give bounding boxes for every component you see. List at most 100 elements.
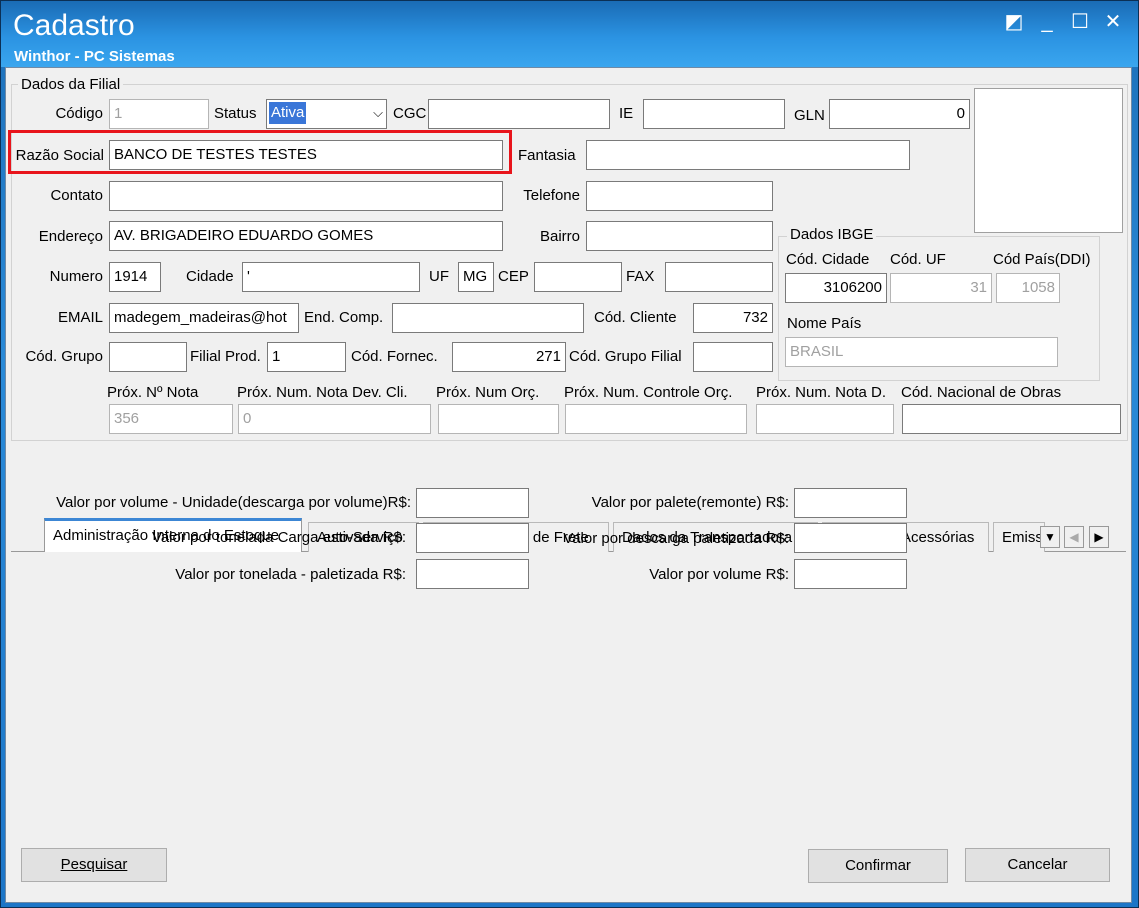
cod-uf-label: Cód. UF <box>890 251 946 268</box>
codigo-label: Código <box>55 105 103 122</box>
title-bar: Cadastro Winthor - PC Sistemas ◩ _ ☐ ✕ <box>1 1 1138 67</box>
prox-dev-cli-label: Próx. Num. Nota Dev. Cli. <box>237 384 408 401</box>
ibge-group-title: Dados IBGE <box>787 226 877 243</box>
bairro-field[interactable] <box>586 221 773 251</box>
window: Cadastro Winthor - PC Sistemas ◩ _ ☐ ✕ D… <box>0 0 1139 908</box>
bairro-label: Bairro <box>539 228 580 245</box>
cod-grupo-label: Cód. Grupo <box>25 348 103 365</box>
valor-volume-field[interactable] <box>794 559 907 589</box>
cod-cliente-label: Cód. Cliente <box>594 309 677 326</box>
gln-field[interactable]: 0 <box>829 99 970 129</box>
valor-ton-paletizada-field[interactable] <box>416 559 529 589</box>
prox-nota-d-label: Próx. Num. Nota D. <box>756 384 887 401</box>
cod-grupo-filial-label: Cód. Grupo Filial <box>569 348 682 365</box>
fax-field[interactable] <box>665 262 773 292</box>
valor-ton-estivada-label: Valor por tonelada Carga estivada R$: <box>151 529 406 546</box>
cod-cliente-field[interactable]: 732 <box>693 303 773 333</box>
uf-field[interactable]: MG <box>458 262 494 292</box>
status-selected-value: Ativa <box>269 102 307 124</box>
cod-grupo-filial-field[interactable] <box>693 342 773 372</box>
contato-label: Contato <box>50 187 103 204</box>
cod-grupo-field[interactable] <box>109 342 187 372</box>
fantasia-label: Fantasia <box>518 147 576 164</box>
restore-icon[interactable]: ◩ <box>1001 9 1027 35</box>
valor-palete-remonte-label: Valor por palete(remonte) R$: <box>591 494 789 511</box>
cod-obras-field[interactable] <box>902 404 1121 434</box>
logo-image-box[interactable] <box>974 88 1123 233</box>
cep-field[interactable] <box>534 262 622 292</box>
prox-nota-d-field[interactable] <box>756 404 894 434</box>
endereco-field[interactable]: AV. BRIGADEIRO EDUARDO GOMES <box>109 221 503 251</box>
confirmar-button[interactable]: Confirmar <box>808 849 948 883</box>
nome-pais-field[interactable]: BRASIL <box>785 337 1058 367</box>
filial-group-title: Dados da Filial <box>18 76 124 93</box>
pesquisar-button[interactable]: Pesquisar <box>21 848 167 882</box>
valor-ton-paletizada-label: Valor por tonelada - paletizada R$: <box>175 566 406 583</box>
numero-label: Numero <box>49 268 103 285</box>
valor-volume-unidade-label: Valor por volume - Unidade(descarga por … <box>56 494 411 511</box>
telefone-label: Telefone <box>523 187 580 204</box>
valor-descarga-paletizada-field[interactable] <box>794 523 907 553</box>
cod-cidade-label: Cód. Cidade <box>786 251 870 268</box>
cod-obras-label: Cód. Nacional de Obras <box>901 384 1062 401</box>
valor-volume-unidade-field[interactable] <box>416 488 529 518</box>
tab-scroll-left-icon[interactable]: ◀ <box>1064 526 1084 548</box>
form-client-area: Dados da Filial Código 1 Status Ativa ⌵ … <box>5 67 1132 903</box>
maximize-icon[interactable]: ☐ <box>1067 9 1093 35</box>
email-field[interactable]: madegem_madeiras@hot <box>109 303 299 333</box>
ie-label: IE <box>619 105 634 122</box>
pesquisar-button-label: Pesquisar <box>60 856 128 873</box>
ie-field[interactable] <box>643 99 785 129</box>
prox-nota-label: Próx. Nº Nota <box>107 384 199 401</box>
fax-label: FAX <box>626 268 655 285</box>
close-icon[interactable]: ✕ <box>1100 9 1126 35</box>
cod-pais-field[interactable]: 1058 <box>996 273 1060 303</box>
prox-orc-field[interactable] <box>438 404 559 434</box>
contato-field[interactable] <box>109 181 503 211</box>
email-label: EMAIL <box>57 309 103 326</box>
status-select[interactable]: Ativa ⌵ <box>266 99 387 129</box>
endereco-label: Endereço <box>38 228 103 245</box>
cancelar-button[interactable]: Cancelar <box>965 848 1110 882</box>
status-label: Status <box>214 105 257 122</box>
tab-scroll-right-icon[interactable]: ▶ <box>1089 526 1109 548</box>
nome-pais-label: Nome País <box>787 315 862 332</box>
cgc-label: CGC <box>393 105 427 122</box>
window-title: Cadastro <box>13 9 135 42</box>
prox-nota-field[interactable]: 356 <box>109 404 233 434</box>
codigo-field[interactable]: 1 <box>109 99 209 129</box>
cod-fornec-label: Cód. Fornec. <box>351 348 438 365</box>
prox-controle-label: Próx. Num. Controle Orç. <box>564 384 733 401</box>
razao-social-label: Razão Social <box>15 147 104 164</box>
end-comp-field[interactable] <box>392 303 584 333</box>
tab-emiss[interactable]: Emiss <box>993 522 1045 552</box>
valor-descarga-paletizada-label: Valor por descarga paletizada R$: <box>563 530 789 547</box>
uf-label: UF <box>429 268 449 285</box>
cidade-field[interactable]: ' <box>242 262 420 292</box>
cod-fornec-field[interactable]: 271 <box>452 342 566 372</box>
razao-social-field[interactable]: BANCO DE TESTES TESTES <box>109 140 503 170</box>
chevron-down-icon: ⌵ <box>373 105 383 120</box>
gln-label: GLN <box>794 107 825 124</box>
cod-pais-label: Cód País(DDI) <box>993 251 1091 268</box>
cgc-field[interactable] <box>428 99 610 129</box>
minimize-icon[interactable]: _ <box>1034 9 1060 35</box>
cidade-label: Cidade <box>186 268 234 285</box>
valor-ton-estivada-field[interactable] <box>416 523 529 553</box>
window-subtitle: Winthor - PC Sistemas <box>14 48 175 65</box>
prox-dev-cli-field[interactable]: 0 <box>238 404 431 434</box>
filial-prod-field[interactable]: 1 <box>267 342 346 372</box>
end-comp-label: End. Comp. <box>304 309 384 326</box>
filial-prod-label: Filial Prod. <box>190 348 261 365</box>
valor-volume-label: Valor por volume R$: <box>649 566 789 583</box>
numero-field[interactable]: 1914 <box>109 262 161 292</box>
prox-orc-label: Próx. Num Orç. <box>436 384 540 401</box>
cod-cidade-field[interactable]: 3106200 <box>785 273 887 303</box>
cod-uf-field[interactable]: 31 <box>890 273 992 303</box>
valor-palete-remonte-field[interactable] <box>794 488 907 518</box>
telefone-field[interactable] <box>586 181 773 211</box>
tab-list-dropdown-icon[interactable]: ▼ <box>1040 526 1060 548</box>
fantasia-field[interactable] <box>586 140 910 170</box>
cep-label: CEP <box>498 268 529 285</box>
prox-controle-field[interactable] <box>565 404 747 434</box>
